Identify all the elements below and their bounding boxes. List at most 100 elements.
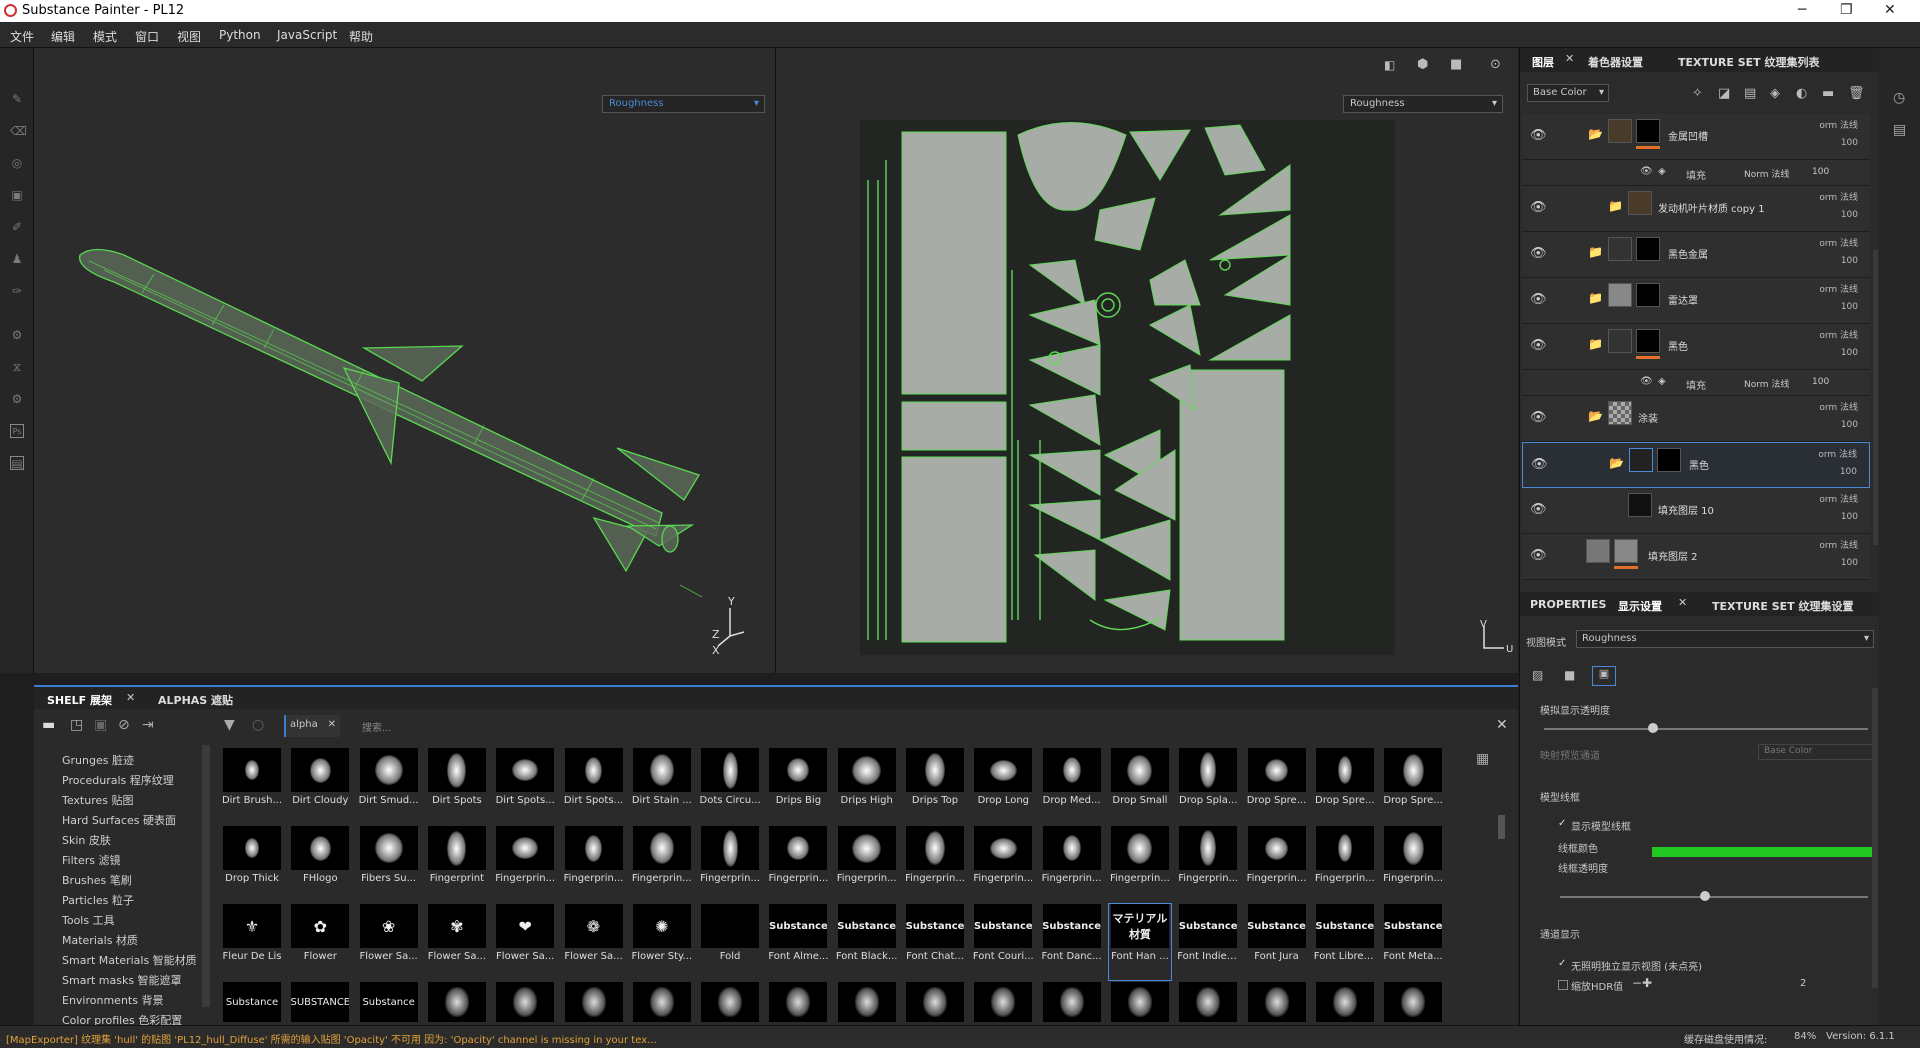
visibility-eye-icon[interactable]: 👁 [1530, 410, 1547, 425]
layers-scrollbar[interactable] [1873, 250, 1878, 545]
alpha-tile[interactable]: Drop Thick [221, 826, 283, 902]
shelf-category[interactable]: Particles 粒子 [62, 892, 134, 908]
visibility-eye-icon[interactable]: 👁 [1530, 502, 1547, 517]
alpha-tile[interactable]: Fingerprin... [1109, 826, 1171, 902]
alpha-tile[interactable]: Fingerprin... [972, 826, 1034, 902]
alpha-tile[interactable]: Substance Font Chat... [904, 904, 966, 980]
alpha-tile[interactable]: Substance Font Alme... [767, 904, 829, 980]
sublayer-opacity[interactable]: 100 [1812, 167, 1829, 177]
alpha-tile[interactable]: Drips Big [767, 748, 829, 824]
visibility-eye-icon[interactable]: 👁 [1530, 338, 1547, 353]
tab-display-settings[interactable]: 显示设置 [1618, 598, 1662, 614]
menu-python[interactable]: Python [219, 28, 261, 42]
folder-icon[interactable]: 📂 [1609, 456, 1624, 470]
channel-select[interactable]: Base Color ▾ [1527, 84, 1609, 102]
sublayer-opacity[interactable]: 100 [1812, 377, 1829, 387]
layer-opacity[interactable]: 100 [1841, 256, 1858, 266]
magic-wand-icon[interactable]: ✧ [1692, 86, 1703, 101]
viewport-3d[interactable]: Roughness ▾ Y Z X [34, 48, 775, 673]
smudge-icon[interactable]: ✐ [10, 220, 24, 234]
alpha-tile[interactable] [972, 982, 1034, 1022]
plugin-icon[interactable]: ⚙ [10, 392, 24, 406]
alpha-tile[interactable]: Substance [221, 982, 283, 1022]
visibility-eye-icon[interactable]: 👁 [1530, 246, 1547, 261]
alpha-tile[interactable]: Dirt Brush... [221, 748, 283, 824]
blend-mode[interactable]: orm 法线 [1819, 282, 1858, 295]
alpha-tile[interactable]: ❀ Flower Sa... [358, 904, 420, 980]
alpha-tile[interactable]: Fingerprint [426, 826, 488, 902]
alpha-tile[interactable]: Fingerprin... [1246, 826, 1308, 902]
menu-window[interactable]: 窗口 [135, 28, 159, 45]
shelf-category[interactable]: Environments 背景 [62, 992, 163, 1008]
alpha-tile[interactable]: ⚜ Fleur De Lis [221, 904, 283, 980]
layer-row[interactable]: 👁 📂 金属凹槽 orm 法线 100 [1522, 114, 1870, 160]
fit-view-icon[interactable]: ▣ [1592, 666, 1616, 686]
minimize-icon[interactable]: ─ [1798, 2, 1806, 18]
polygon-fill-icon[interactable]: ▣ [10, 188, 24, 202]
alpha-tile[interactable]: Drop Med... [1041, 748, 1103, 824]
hdr-checkbox[interactable] [1558, 980, 1568, 990]
layer-opacity[interactable]: 100 [1841, 210, 1858, 220]
visibility-eye-icon[interactable]: 👁 [1530, 292, 1547, 307]
alpha-tile[interactable]: Drop Small [1109, 748, 1171, 824]
menu-view[interactable]: 视图 [177, 28, 201, 45]
alpha-tile[interactable] [1314, 982, 1376, 1022]
close-tab-icon[interactable]: ✕ [126, 691, 135, 704]
alpha-tile[interactable]: Fingerprin... [767, 826, 829, 902]
blend-mode[interactable]: orm 法线 [1819, 190, 1858, 203]
alpha-tile[interactable]: Fingerprin... [1041, 826, 1103, 902]
folder-icon[interactable]: 📁 [1608, 199, 1623, 213]
fill-sublayer-row[interactable]: 👁 ◈ 填充 Norm 法线 100 [1522, 370, 1870, 396]
shelf-category[interactable]: Skin 皮肤 [62, 832, 111, 848]
shelf-category[interactable]: Textures 贴图 [62, 792, 134, 808]
import-icon[interactable]: ⇥ [142, 717, 154, 733]
alpha-tile[interactable]: ✿ Flower [289, 904, 351, 980]
alpha-tile[interactable] [563, 982, 625, 1022]
add-folder-icon[interactable]: ▬ [1822, 86, 1834, 101]
blend-mode[interactable]: orm 法线 [1819, 538, 1858, 551]
fill-sublayer-row[interactable]: 👁 ◈ 填充 Norm 法线 100 [1522, 160, 1870, 186]
menu-help[interactable]: 帮助 [349, 28, 373, 45]
alpha-tile[interactable]: ❁ Flower Sa... [563, 904, 625, 980]
show-wireframe-checkbox[interactable]: ✓ [1558, 818, 1566, 829]
delete-layer-icon[interactable]: 🗑 [1848, 86, 1865, 101]
alpha-tile[interactable]: Substance Font Meta... [1382, 904, 1444, 980]
alpha-tile[interactable]: Fingerprin... [631, 826, 693, 902]
folder-view-icon[interactable]: ▬ [42, 717, 55, 733]
layer-row[interactable]: 👁 📁 黑色 orm 法线 100 [1522, 324, 1870, 370]
folder-icon[interactable]: 📂 [1588, 409, 1603, 423]
menu-file[interactable]: 文件 [10, 28, 34, 45]
filter-icon[interactable]: ▼ [224, 717, 235, 733]
alpha-tile[interactable]: マテリアル材質 Font Han ... [1107, 903, 1172, 981]
map-opacity-slider[interactable] [1648, 723, 1658, 733]
alpha-tile[interactable]: Dirt Smud... [358, 748, 420, 824]
shelf-category[interactable]: Filters 滤镜 [62, 852, 120, 868]
alpha-tile[interactable]: Fingerprin... [1382, 826, 1444, 902]
alpha-tile[interactable]: Fingerprin... [836, 826, 898, 902]
alpha-tile[interactable]: Drips Top [904, 748, 966, 824]
alpha-tile[interactable]: Dirt Spots [426, 748, 488, 824]
properties-scrollbar[interactable] [1872, 688, 1878, 988]
alpha-tile[interactable]: Substance [358, 982, 420, 1022]
alpha-tile[interactable] [1177, 982, 1239, 1022]
alpha-tile[interactable]: Drips High [836, 748, 898, 824]
bake-icon[interactable]: ⧖ [10, 360, 24, 374]
visibility-eye-icon[interactable]: 👁 [1530, 548, 1547, 563]
close-tab-icon[interactable]: ✕ [1565, 52, 1574, 65]
visibility-eye-icon[interactable]: 👁 [1531, 457, 1548, 472]
visibility-eye-icon[interactable]: 👁 [1640, 376, 1653, 387]
tab-properties[interactable]: PROPERTIES [1530, 598, 1606, 611]
alpha-tile[interactable]: Substance Font Black... [836, 904, 898, 980]
alpha-tile[interactable]: Substance Font Libre ... [1314, 904, 1376, 980]
alpha-tile[interactable]: Drop Spla... [1177, 748, 1239, 824]
visibility-eye-icon[interactable]: 👁 [1530, 128, 1547, 143]
alpha-tile[interactable]: Drop Long [972, 748, 1034, 824]
alpha-tile[interactable]: Drop Spre... [1314, 748, 1376, 824]
alpha-tile[interactable]: Drop Spre... [1382, 748, 1444, 824]
view-layout-icon[interactable]: ◧ [1384, 58, 1395, 72]
save-icon[interactable]: ▣ [94, 717, 107, 733]
alpha-tile[interactable]: Dots Circu... [699, 748, 761, 824]
tab-texture-set-settings[interactable]: TEXTURE SET 纹理集设置 [1712, 598, 1854, 614]
object-view-icon[interactable]: ⬢ [1417, 57, 1428, 72]
alpha-tile[interactable] [1041, 982, 1103, 1022]
